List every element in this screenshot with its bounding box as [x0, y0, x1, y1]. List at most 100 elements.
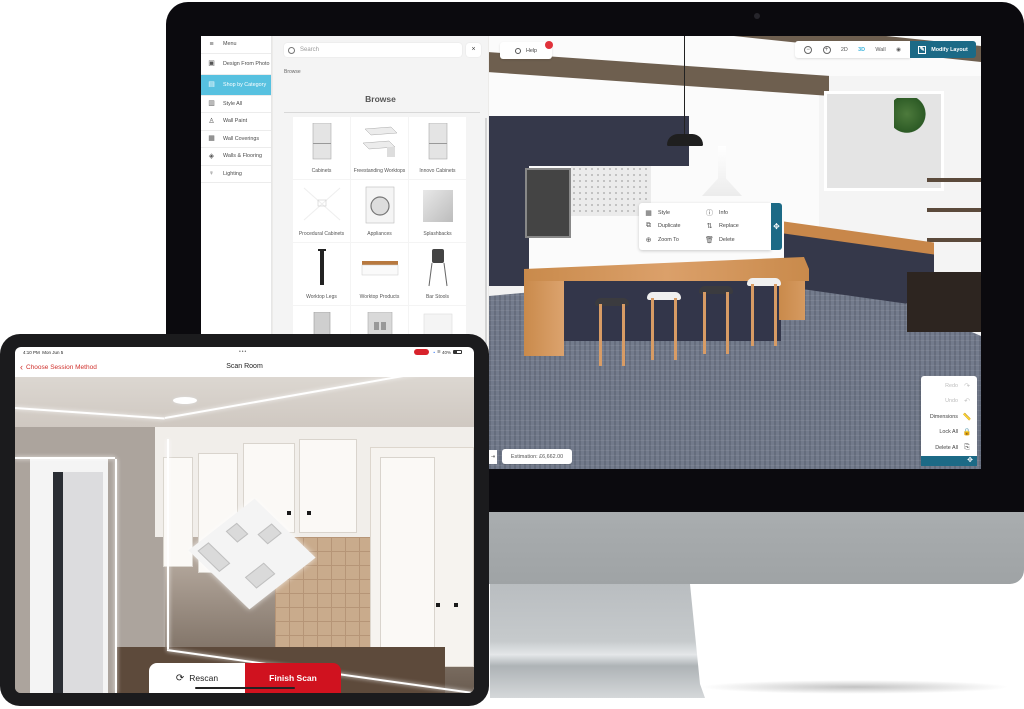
- tool-label: Delete All: [935, 444, 958, 451]
- sidebar-item-walls-flooring[interactable]: ◈ Walls & Flooring: [201, 148, 271, 166]
- camera-icon[interactable]: ◉: [896, 47, 901, 53]
- sidebar-item-lighting[interactable]: ♀ Lighting: [201, 166, 271, 183]
- scene-side-table[interactable]: [907, 272, 981, 332]
- category-tile-worktop-legs[interactable]: Worktop Legs: [293, 243, 350, 305]
- photo-design-icon: ▣: [208, 60, 215, 67]
- scene-oven[interactable]: [525, 168, 571, 238]
- sidebar-item-label: Design From Photo: [223, 60, 270, 67]
- scene-pendant-cord: [684, 36, 685, 136]
- category-tile-bar-stools[interactable]: Bar Stools: [409, 243, 466, 305]
- close-panel-button[interactable]: ×: [466, 43, 481, 57]
- modify-layout-button[interactable]: ✎ Modify Layout: [910, 41, 976, 58]
- zoom-out-icon[interactable]: −: [804, 45, 813, 54]
- imac-shadow: [700, 680, 1010, 694]
- camera-scan-view[interactable]: [15, 377, 474, 693]
- category-label: Cabinets: [311, 168, 332, 174]
- tool-label: Redo: [945, 382, 958, 389]
- scene-tall-cabinets[interactable]: [489, 146, 529, 286]
- photo-knob: [436, 603, 440, 607]
- multitasking-dots[interactable]: •••: [239, 349, 247, 355]
- scene-pendant-light[interactable]: [667, 134, 703, 146]
- photo-knob: [287, 511, 291, 515]
- context-delete-button[interactable]: 🗑 Delete: [705, 233, 766, 247]
- wall-coverings-icon: ▦: [208, 135, 215, 143]
- scene-shelf[interactable]: [927, 238, 981, 242]
- scene-bar-stool[interactable]: [647, 292, 681, 362]
- sidebar-item-menu[interactable]: ≡ Menu: [201, 36, 271, 54]
- scene-island-waterfall-end[interactable]: [524, 276, 564, 356]
- sidebar-item-label: Lighting: [223, 170, 242, 177]
- category-label: Bar Stools: [425, 294, 450, 300]
- wifi-icon: •: [433, 349, 435, 355]
- view-wall-button[interactable]: Wall: [875, 47, 885, 53]
- status-indicators: • ≋ 40%: [414, 349, 462, 355]
- redo-button[interactable]: Redo ↷: [921, 378, 977, 394]
- photo-ceiling-light: [173, 397, 197, 404]
- cabinet-thumbnail: [312, 123, 331, 160]
- recording-indicator-icon: [414, 349, 430, 355]
- search-icon: [288, 46, 295, 54]
- lock-all-button[interactable]: Lock All 🔒: [921, 425, 977, 441]
- context-duplicate-button[interactable]: ⧉ Duplicate: [644, 220, 705, 234]
- category-tile-cabinets[interactable]: Cabinets: [293, 117, 350, 179]
- browse-title: Browse: [365, 94, 396, 104]
- view-2d-button[interactable]: 2D: [841, 47, 848, 53]
- flooring-icon: ◈: [208, 152, 215, 160]
- category-tile-freestanding-worktops[interactable]: Freestanding Worktops: [351, 117, 408, 179]
- category-grid: Cabinets Freestanding Worktops Innovo Ca…: [293, 117, 466, 368]
- category-icon: ▤: [208, 81, 215, 88]
- notification-dot: [545, 41, 553, 49]
- ruler-icon: 📏: [962, 413, 972, 421]
- context-info-button[interactable]: ⓘ Info: [705, 206, 766, 220]
- page-title: Scan Room: [226, 363, 263, 370]
- view-3d-button[interactable]: 3D: [858, 47, 865, 53]
- modify-layout-label: Modify Layout: [931, 46, 968, 53]
- sidebar-item-style-all[interactable]: ▥ Style All: [201, 96, 271, 113]
- delete-all-icon: ⎘: [964, 443, 970, 451]
- sidebar-item-shop-by-category[interactable]: ▤ Shop by Category: [201, 74, 271, 96]
- tool-label: Lock All: [939, 429, 958, 436]
- context-item-label: Style: [658, 209, 670, 216]
- sidebar-item-label: Style All: [223, 100, 243, 107]
- sidebar-item-wall-paint[interactable]: ♙ Wall Paint: [201, 113, 271, 131]
- sidebar-item-wall-coverings[interactable]: ▦ Wall Coverings: [201, 131, 271, 148]
- move-handle-icon[interactable]: ✥: [771, 203, 782, 250]
- item-context-menu: ▦ Style ⓘ Info ⧉ Duplicate ⇅ Replace ⊕ Zoom T…: [639, 203, 771, 250]
- style-icon: ▦: [645, 209, 652, 217]
- estimation-badge: Estimation: £6,662.00: [502, 449, 572, 464]
- bar-stool-thumbnail: [428, 249, 447, 287]
- delete-all-button[interactable]: Delete All ⎘: [921, 440, 977, 456]
- dimensions-button[interactable]: Dimensions 📏: [921, 409, 977, 425]
- edit-layout-icon: ✎: [918, 45, 927, 54]
- battery-icon: [453, 350, 462, 354]
- home-indicator[interactable]: [195, 687, 295, 689]
- layout-tools-panel: Redo ↷ Undo ↶ Dimensions 📏 Lock All 🔒 Delete…: [921, 376, 977, 456]
- breadcrumb[interactable]: Browse: [284, 69, 301, 75]
- sidebar-item-design-from-photo[interactable]: ▣ Design From Photo: [201, 54, 271, 75]
- context-style-button[interactable]: ▦ Style: [644, 206, 705, 220]
- sidebar-item-label: Shop by Category: [223, 81, 267, 88]
- status-time: 4:10 PM: [23, 350, 40, 355]
- scene-bar-stool[interactable]: [699, 286, 733, 356]
- context-replace-button[interactable]: ⇅ Replace: [705, 220, 766, 234]
- undo-button[interactable]: Undo ↶: [921, 394, 977, 410]
- category-label: Innovo Cabinets: [419, 168, 456, 174]
- context-zoom-to-button[interactable]: ⊕ Zoom To: [644, 233, 705, 247]
- 3d-viewport[interactable]: Help − + 2D 3D Wall ◉ ✎ Modify Layout ▦ S…: [489, 36, 981, 469]
- scene-bar-stool[interactable]: [747, 278, 781, 348]
- scene-shelf[interactable]: [927, 208, 981, 212]
- move-handle-icon[interactable]: ✥: [921, 456, 977, 466]
- scene-shelf[interactable]: [927, 178, 981, 182]
- search-input[interactable]: Search: [284, 43, 462, 57]
- zoom-in-icon[interactable]: +: [822, 45, 831, 54]
- category-tile-appliances[interactable]: Appliances: [351, 180, 408, 242]
- zoom-to-icon: ⊕: [645, 237, 652, 245]
- category-tile-innovo-cabinets[interactable]: Innovo Cabinets: [409, 117, 466, 179]
- scene-hanging-plant[interactable]: [894, 98, 926, 138]
- category-tile-procedural-cabinets[interactable]: Procedural Cabinets: [293, 180, 350, 242]
- category-tile-splashbacks[interactable]: Splashbacks: [409, 180, 466, 242]
- scene-window: [824, 91, 944, 191]
- category-tile-worktop-products[interactable]: Worktop Products: [351, 243, 408, 305]
- scene-bar-stool[interactable]: [595, 298, 629, 368]
- collapse-panel-icon[interactable]: ⇥: [489, 450, 497, 464]
